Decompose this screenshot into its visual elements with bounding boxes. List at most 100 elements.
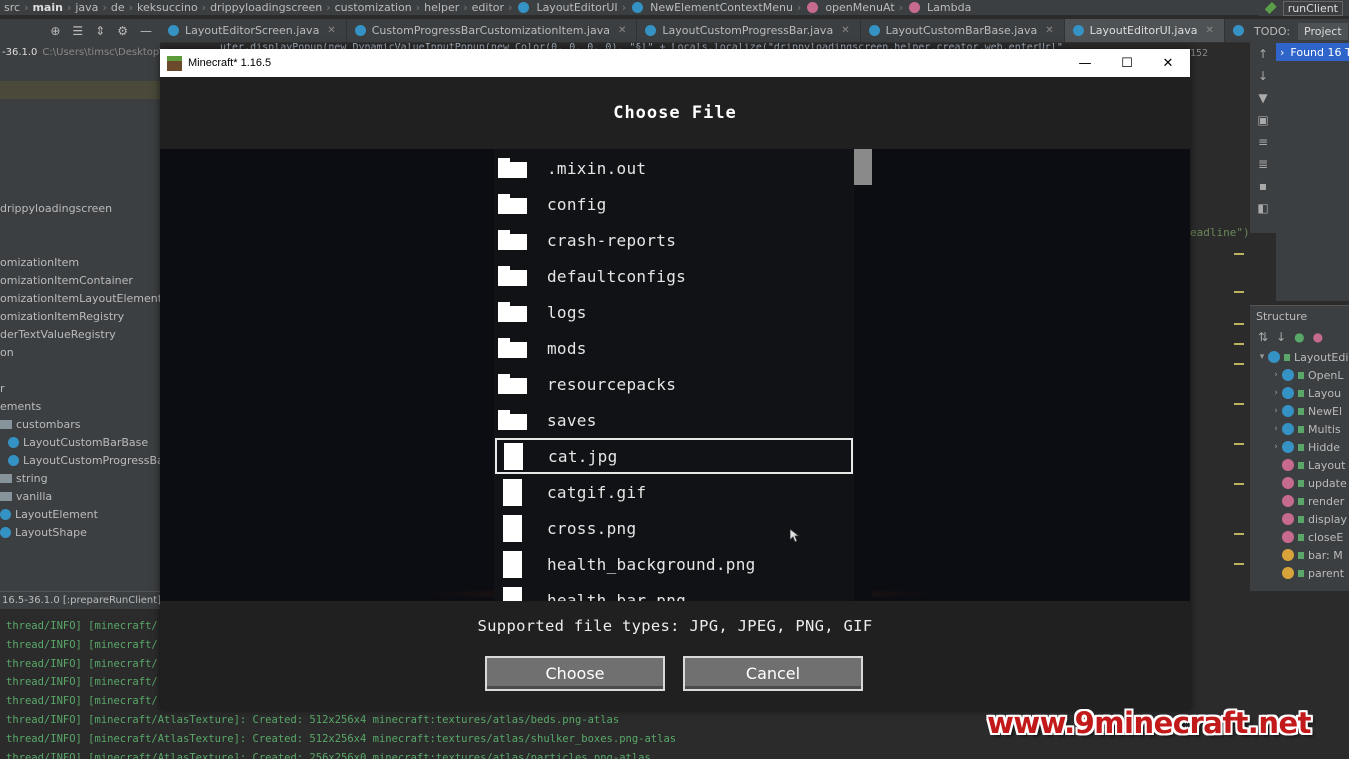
file-row[interactable]: health_background.png [494,546,854,582]
structure-item[interactable]: › Multis [1250,420,1349,438]
breadcrumb-item[interactable]: keksuccino [133,1,202,14]
window-titlebar[interactable]: Minecraft* 1.16.5 — ☐ ✕ [160,49,1190,77]
cancel-button[interactable]: Cancel [683,656,863,691]
collapse-all-icon[interactable]: ≣ [1250,153,1276,175]
project-tree-item[interactable]: custombars [0,415,81,433]
editor-tab[interactable]: LayoutEditorScreen.java ✕ [160,19,347,42]
hide-panel-icon[interactable]: — [140,24,152,38]
breadcrumb-item[interactable]: LayoutEditorUI [532,1,621,14]
filter-icon[interactable]: ▼ [1250,87,1276,109]
folder-row[interactable]: defaultconfigs [494,258,854,294]
layout-icon[interactable]: ◧ [1250,197,1276,219]
close-tab-icon[interactable]: ✕ [327,25,335,36]
error-stripe-mark[interactable] [1234,343,1244,345]
close-tab-icon[interactable]: ✕ [841,25,849,36]
todo-project-tab[interactable]: Project [1298,22,1348,40]
locate-icon[interactable]: ⊕ [50,24,60,38]
editor-tab[interactable]: LayoutCustomProgressBar.java ✕ [637,19,861,42]
structure-item[interactable]: ▾ LayoutEdi [1250,348,1349,366]
minimize-button[interactable]: — [1063,49,1107,77]
error-stripe-mark[interactable] [1234,403,1244,405]
breadcrumb-item[interactable]: de [107,1,129,14]
inherited-icon[interactable]: ● [1294,330,1304,344]
editor-tab[interactable]: LayoutCustomBarBase.java ✕ [861,19,1065,42]
editor-tab[interactable]: LayoutEditorUI.java ✕ [1064,19,1225,42]
sort-alpha-icon[interactable]: ↓ [1276,330,1286,344]
file-list-scrollbar[interactable] [854,149,872,601]
choose-button[interactable]: Choose [485,656,665,691]
preview-icon[interactable]: ▣ [1250,109,1276,131]
error-stripe-mark[interactable] [1234,253,1244,255]
breadcrumb-item[interactable]: Lambda [923,1,975,14]
anonymous-icon[interactable]: ● [1313,330,1323,344]
structure-item[interactable]: render [1250,492,1349,510]
chevron-right-icon[interactable]: › [1270,424,1282,434]
sort-icon[interactable]: ⇅ [1258,330,1268,344]
chevron-right-icon[interactable]: › [1270,388,1282,398]
maximize-button[interactable]: ☐ [1105,49,1149,77]
todo-found-row[interactable]: › Found 16 T [1276,43,1349,61]
file-row[interactable]: cross.png [494,510,854,546]
up-arrow-icon[interactable]: ↑ [1250,43,1276,65]
close-tab-icon[interactable]: ✕ [618,25,626,36]
project-tree-item[interactable]: vanilla [0,487,52,505]
settings-gear-icon[interactable]: ⚙ [117,24,128,38]
folder-row[interactable]: config [494,186,854,222]
close-window-button[interactable]: ✕ [1146,49,1190,77]
collapse-all-icon[interactable]: ☰ [72,24,83,38]
chevron-right-icon[interactable]: › [1270,442,1282,452]
structure-item[interactable]: › OpenL [1250,366,1349,384]
folder-row[interactable]: resourcepacks [494,366,854,402]
breadcrumb-item[interactable]: java [71,1,102,14]
error-stripe-mark[interactable] [1234,443,1244,445]
error-stripe-mark[interactable] [1234,291,1244,293]
breadcrumb-item[interactable]: customization [331,1,416,14]
group-icon[interactable]: ▪ [1250,175,1276,197]
structure-item[interactable]: › Layou [1250,384,1349,402]
structure-item[interactable]: closeE [1250,528,1349,546]
close-tab-icon[interactable]: ✕ [1045,25,1053,36]
project-tree-item[interactable]: omizationItem [0,253,79,271]
build-hammer-icon[interactable] [1264,2,1277,14]
structure-item[interactable]: display [1250,510,1349,528]
project-tree-item[interactable]: LayoutCustomBarBase [8,433,148,451]
folder-row[interactable]: crash-reports [494,222,854,258]
editor-tab[interactable]: CustomProgressBarCustomizationItem.java ✕ [347,19,638,42]
structure-item[interactable]: › NewEl [1250,402,1349,420]
project-tree-item[interactable]: LayoutElement [0,505,98,523]
scrollbar-thumb[interactable] [854,149,872,185]
error-stripe-mark[interactable] [1234,533,1244,535]
editor-tab[interactable]: SplashCustom✕ [1225,19,1250,42]
folder-row[interactable]: mods [494,330,854,366]
project-tree-item[interactable]: ements [0,397,41,415]
breadcrumb-item[interactable]: src [0,1,24,14]
structure-item[interactable]: update [1250,474,1349,492]
project-tree-item[interactable]: drippyloadingscreen [0,199,112,217]
close-tab-icon[interactable]: ✕ [1205,25,1213,36]
run-configuration[interactable]: runClient [1258,0,1349,16]
chevron-right-icon[interactable]: › [1270,406,1282,416]
structure-item[interactable]: › Hidde [1250,438,1349,456]
folder-row[interactable]: .mixin.out [494,150,854,186]
structure-item[interactable]: bar: M [1250,546,1349,564]
folder-row[interactable]: saves [494,402,854,438]
project-tree-item[interactable]: r [0,379,5,397]
project-tree-item[interactable]: omizationItemRegistry [0,307,124,325]
file-row[interactable]: health_bar.png [494,582,854,601]
project-tree-item[interactable]: omizationItemLayoutElement [0,289,160,307]
breadcrumb-item[interactable]: main [28,1,67,14]
project-tree-item[interactable]: omizationItemContainer [0,271,133,289]
structure-item[interactable]: Layout [1250,456,1349,474]
folder-row[interactable]: logs [494,294,854,330]
project-tree-item[interactable]: string [0,469,48,487]
error-stripe-mark[interactable] [1234,483,1244,485]
chevron-down-icon[interactable]: ▾ [1256,352,1268,362]
breadcrumb-item[interactable]: drippyloadingscreen [206,1,326,14]
expand-all-icon[interactable]: ≡ [1250,131,1276,153]
chevron-right-icon[interactable]: › [1270,370,1282,380]
down-arrow-icon[interactable]: ↓ [1250,65,1276,87]
expand-icon[interactable]: ⇕ [95,24,105,38]
breadcrumb-item[interactable]: openMenuAt [821,1,898,14]
project-tree-item[interactable]: derTextValueRegistry [0,325,116,343]
breadcrumb-item[interactable]: editor [468,1,508,14]
